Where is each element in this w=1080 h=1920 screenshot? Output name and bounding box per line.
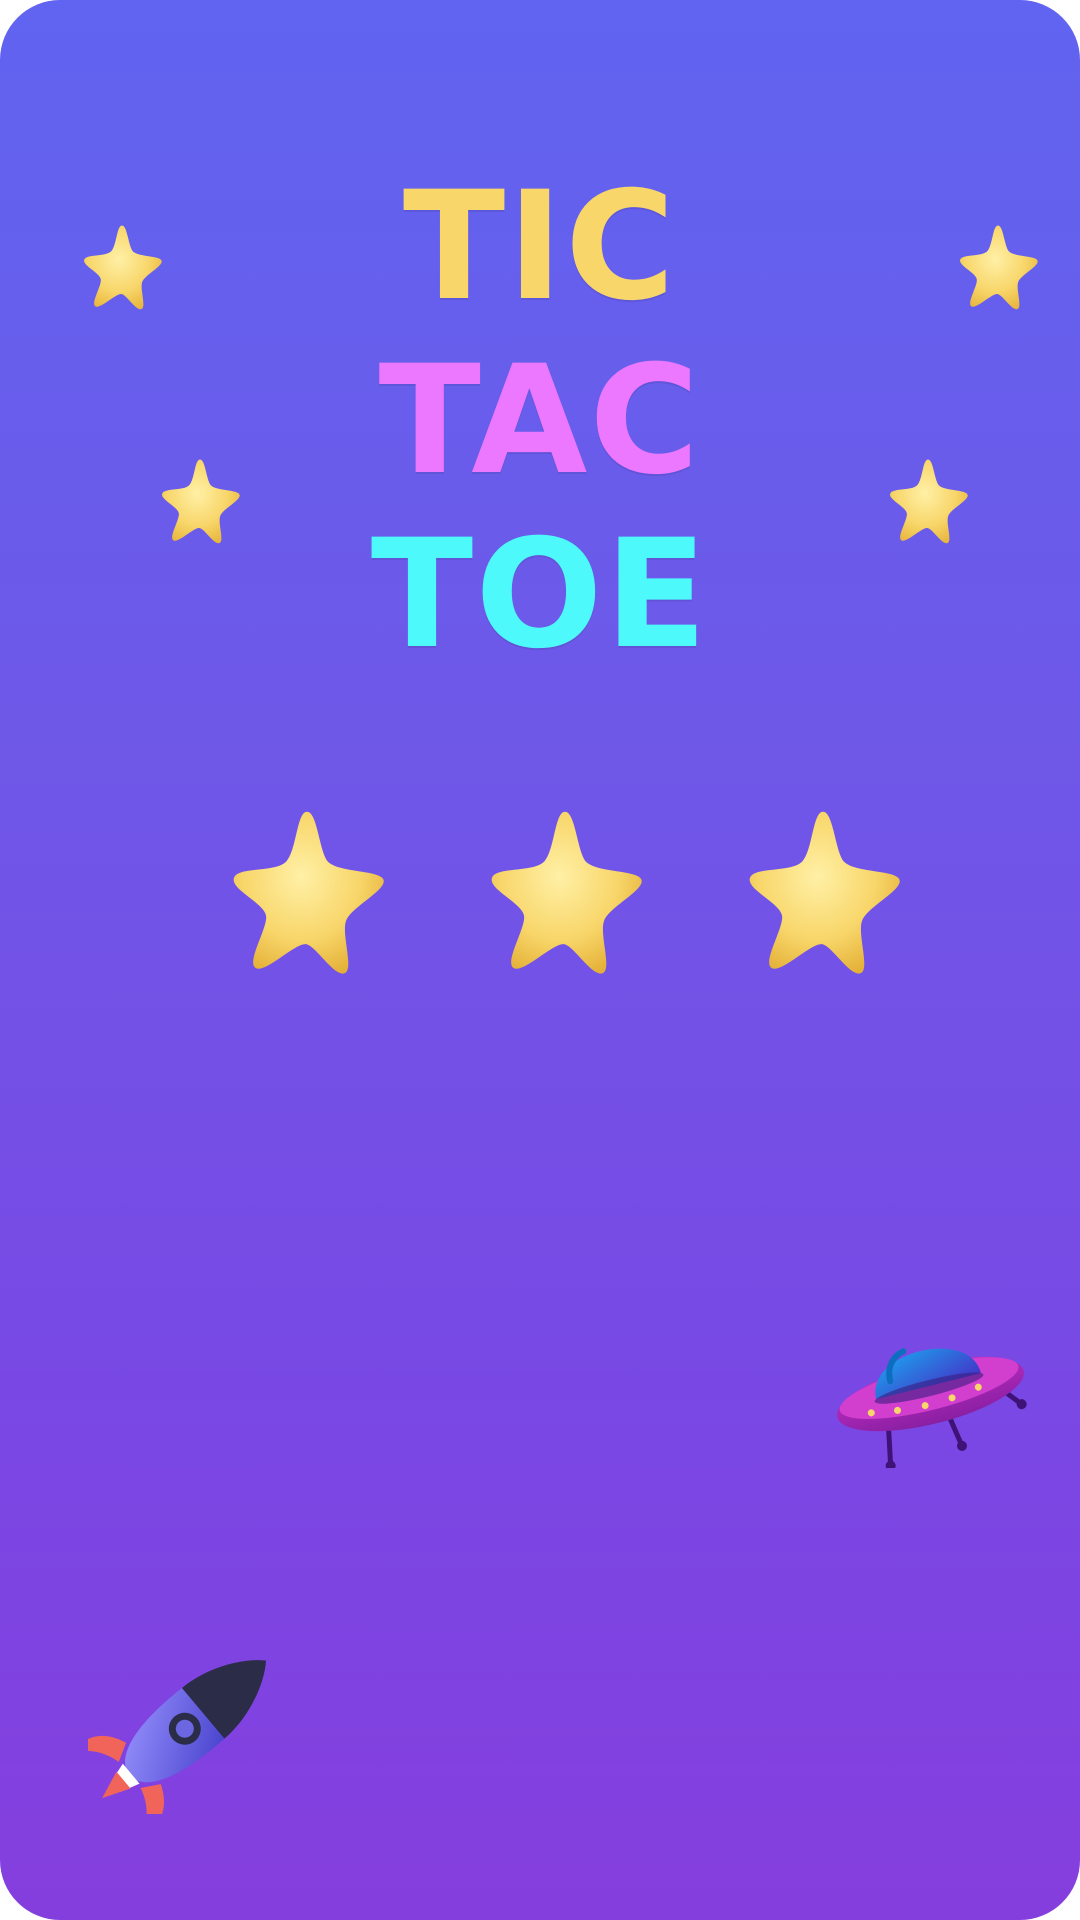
rating-star-icon-3 <box>738 804 908 976</box>
title-tic: TIC <box>402 160 678 334</box>
game-screen: TIC TAC TOE <box>0 0 1080 1920</box>
ufo-icon <box>830 1312 1030 1468</box>
title-tac: TAC <box>378 334 702 508</box>
rating-star-icon-2 <box>480 804 650 976</box>
rocket-icon <box>88 1628 300 1814</box>
title-toe: TOE <box>370 508 710 682</box>
rating-star-icon-1 <box>222 804 392 976</box>
